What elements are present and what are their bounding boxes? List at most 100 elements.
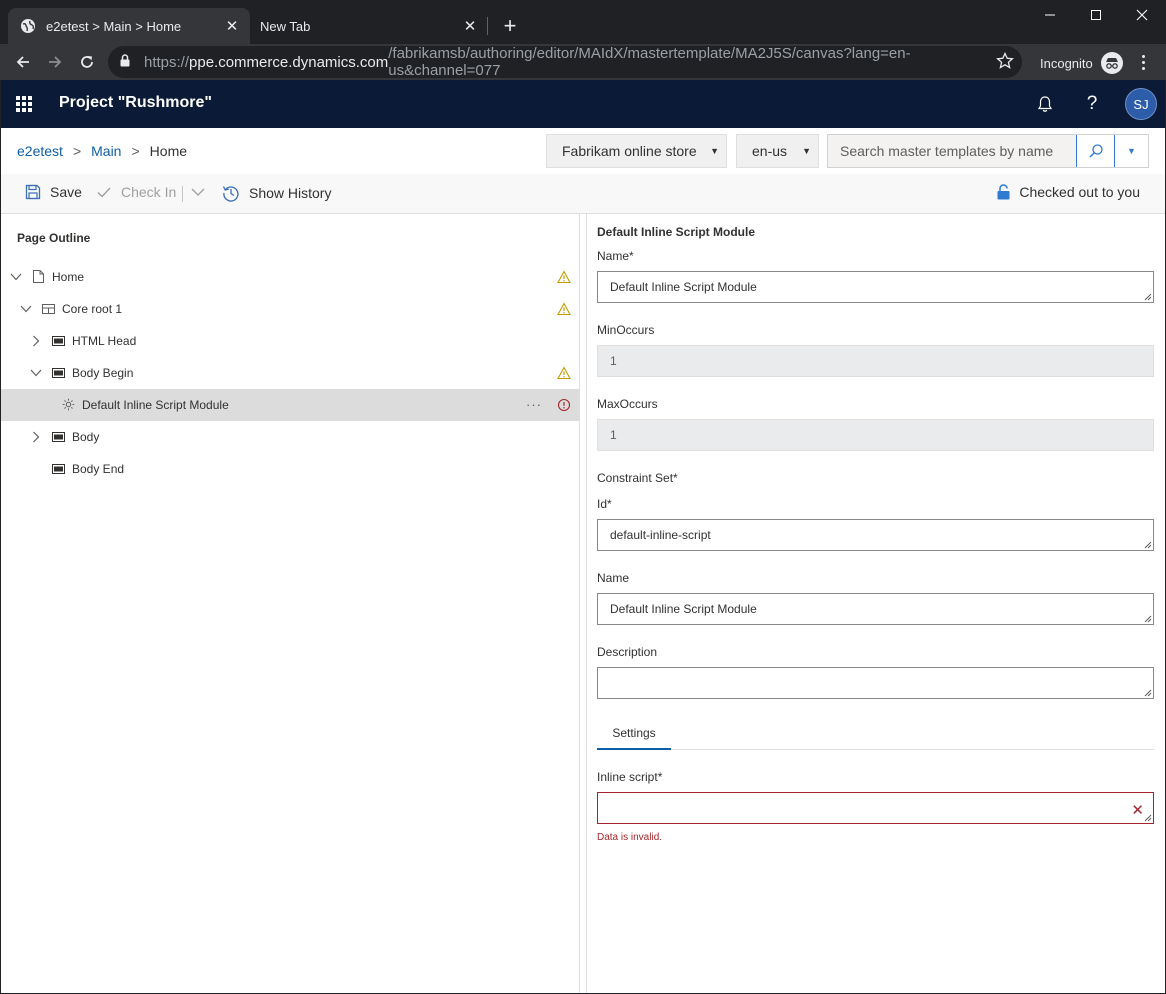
outline-node-label: Body <box>72 430 100 444</box>
url-host: ppe.commerce.dynamics.com <box>189 53 389 71</box>
browser-tab-new[interactable]: New Tab ✕ <box>250 8 488 44</box>
breadcrumb-item-main[interactable]: Main <box>91 143 121 159</box>
warning-icon <box>557 302 571 316</box>
project-title: Project "Rushmore" <box>59 94 212 111</box>
avatar[interactable]: SJ <box>1125 88 1157 120</box>
min-occurs-value: 1 <box>610 354 617 368</box>
name-label: Name* <box>597 249 634 263</box>
store-dropdown[interactable]: Fabrikam online store ▼ <box>546 134 727 168</box>
outline-node-label: Default Inline Script Module <box>82 398 229 412</box>
max-occurs-label: MaxOccurs <box>597 397 658 411</box>
back-button[interactable] <box>9 48 37 76</box>
reload-button[interactable] <box>73 48 101 76</box>
close-window-button[interactable] <box>1119 0 1165 30</box>
chevron-right-icon[interactable] <box>30 431 42 443</box>
app-launcher-icon[interactable] <box>16 96 32 112</box>
search-options-dropdown[interactable]: ▼ <box>1115 135 1148 167</box>
browser-menu-icon[interactable] <box>1134 50 1152 74</box>
resize-grip-icon[interactable] <box>1143 540 1152 549</box>
constraint-name-field[interactable]: Default Inline Script Module <box>597 593 1154 625</box>
resize-grip-icon[interactable] <box>1143 688 1152 697</box>
constraint-set-label: Constraint Set* <box>597 471 678 485</box>
id-label: Id* <box>597 497 612 511</box>
page-outline-title: Page Outline <box>17 231 91 245</box>
close-tab-icon[interactable]: ✕ <box>458 14 482 38</box>
inline-script-label: Inline script* <box>597 770 663 784</box>
command-divider <box>182 186 183 202</box>
help-icon[interactable]: ? <box>1080 92 1104 116</box>
breadcrumb-separator: > <box>72 143 82 159</box>
command-bar: Save Check In Show History Checked out t… <box>1 174 1165 214</box>
tab-divider <box>487 17 488 35</box>
description-field[interactable] <box>597 667 1154 699</box>
constraint-name-value: Default Inline Script Module <box>610 602 757 616</box>
chevron-right-icon[interactable] <box>30 335 42 347</box>
show-history-button[interactable]: Show History <box>222 184 331 202</box>
outline-node-body-end[interactable]: Body End <box>1 453 579 485</box>
globe-icon <box>20 18 36 34</box>
search-input[interactable] <box>828 135 1076 167</box>
id-field[interactable]: default-inline-script <box>597 519 1154 551</box>
maximize-window-button[interactable] <box>1073 0 1119 30</box>
warning-icon <box>557 366 571 380</box>
check-in-button[interactable]: Check In <box>96 184 176 200</box>
breadcrumb: e2etest > Main > Home <box>17 143 187 159</box>
lock-icon <box>997 184 1010 200</box>
module-gear-icon <box>61 398 75 410</box>
check-in-menu-button[interactable] <box>191 184 205 200</box>
max-occurs-field: 1 <box>597 419 1154 451</box>
outline-node-html-head[interactable]: HTML Head <box>1 325 579 357</box>
browser-toolbar: https://ppe.commerce.dynamics.com/fabrik… <box>0 44 1166 80</box>
outline-node-body[interactable]: Body <box>1 421 579 453</box>
search-button[interactable] <box>1076 135 1115 167</box>
bookmark-star-icon[interactable] <box>996 51 1014 74</box>
layout-container-icon <box>41 303 55 315</box>
more-options-icon[interactable]: ··· <box>526 397 542 412</box>
max-occurs-value: 1 <box>610 428 617 442</box>
slot-icon <box>51 335 65 347</box>
new-tab-button[interactable]: + <box>496 12 524 40</box>
pane-splitter[interactable] <box>580 214 587 993</box>
close-tab-icon[interactable]: ✕ <box>220 14 244 38</box>
module-title: Default Inline Script Module <box>597 225 756 239</box>
resize-grip-icon[interactable] <box>1143 614 1152 623</box>
chevron-down-icon[interactable] <box>30 367 42 379</box>
app-window: Project "Rushmore" ? SJ e2etest > Main >… <box>1 80 1165 993</box>
checked-out-label: Checked out to you <box>1019 184 1140 200</box>
breadcrumb-item-e2etest[interactable]: e2etest <box>17 143 63 159</box>
warning-icon <box>557 270 571 284</box>
locale-dropdown-value: en-us <box>752 143 788 159</box>
tab-settings[interactable]: Settings <box>597 726 671 750</box>
save-button[interactable]: Save <box>25 184 82 200</box>
outline-node-label: Body End <box>72 462 125 476</box>
incognito-indicator[interactable]: Incognito <box>1040 52 1123 74</box>
resize-grip-icon[interactable] <box>1143 292 1152 301</box>
check-in-label: Check In <box>121 184 177 200</box>
name-field[interactable]: Default Inline Script Module <box>597 271 1154 303</box>
address-bar[interactable]: https://ppe.commerce.dynamics.com/fabrik… <box>108 45 1022 79</box>
page-icon <box>31 269 45 283</box>
chevron-down-icon[interactable] <box>10 271 22 283</box>
browser-tab-active[interactable]: e2etest > Main > Home ✕ <box>8 8 250 44</box>
minimize-window-button[interactable] <box>1027 0 1073 30</box>
locale-dropdown[interactable]: en-us ▼ <box>736 134 819 168</box>
chevron-down-icon[interactable] <box>20 303 32 315</box>
notifications-bell-icon[interactable] <box>1033 92 1057 116</box>
outline-node-inline-script-module[interactable]: Default Inline Script Module ··· <box>1 389 579 421</box>
forward-button[interactable] <box>41 48 69 76</box>
show-history-label: Show History <box>249 185 332 201</box>
id-field-value: default-inline-script <box>610 528 711 542</box>
tab-title: e2etest > Main > Home <box>46 18 182 34</box>
slot-icon <box>51 431 65 443</box>
inline-script-field[interactable]: ✕ <box>597 792 1154 824</box>
incognito-label: Incognito <box>1040 55 1093 71</box>
search-icon <box>1088 144 1103 158</box>
resize-grip-icon[interactable] <box>1143 813 1152 822</box>
outline-node-body-begin[interactable]: Body Begin <box>1 357 579 389</box>
chevron-down-icon: ▼ <box>710 146 719 156</box>
outline-node-home[interactable]: Home <box>1 261 579 293</box>
checkout-status: Checked out to you <box>997 184 1140 200</box>
validation-error-message: Data is invalid. <box>597 832 663 843</box>
outline-node-core-root[interactable]: Core root 1 <box>1 293 579 325</box>
page-outline-pane: Page Outline Home Core root 1 HTML Head … <box>1 214 580 993</box>
